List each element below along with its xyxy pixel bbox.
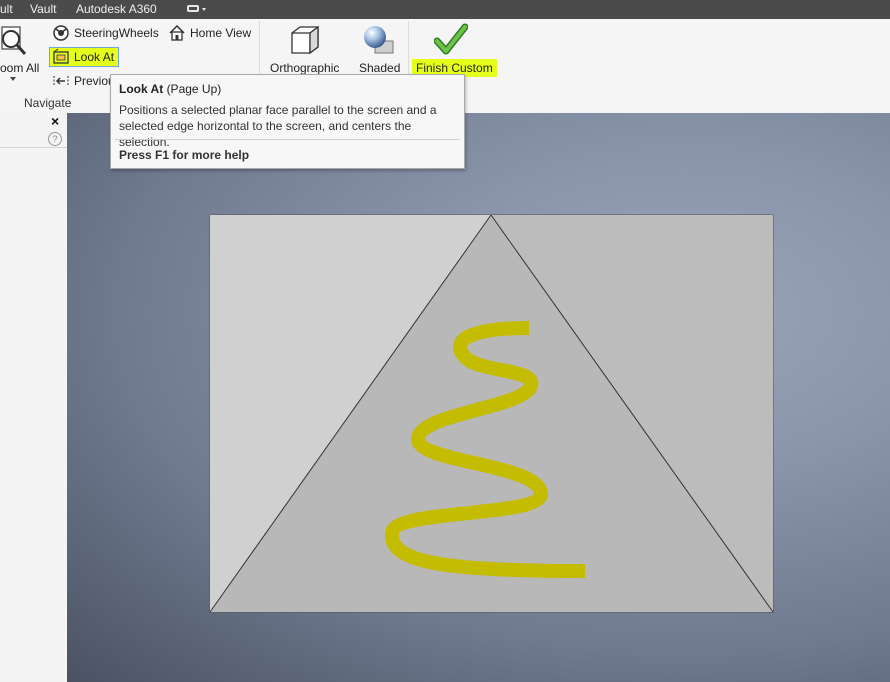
shaded-label: Shaded [359, 61, 401, 75]
orthographic-cube-icon [288, 23, 322, 57]
graphics-viewport[interactable] [67, 113, 890, 682]
steering-wheel-icon [52, 24, 70, 42]
navigate-panel-label: Navigate [24, 96, 72, 110]
tooltip-help-hint: Press F1 for more help [119, 148, 250, 162]
zoom-all-button[interactable]: oom All [0, 23, 40, 91]
previous-view-icon [52, 72, 70, 90]
finish-custom-button[interactable]: Finish Custom [412, 23, 497, 79]
panel-dropdown-icon[interactable] [186, 3, 208, 15]
tooltip-title: Look At (Page Up) [119, 82, 221, 96]
panel-divider [0, 147, 67, 148]
close-panel-icon[interactable]: × [51, 113, 59, 129]
look-at-button[interactable]: Look At [49, 47, 119, 67]
previous-view-button[interactable]: Previou [52, 71, 115, 91]
browser-panel: × ? [0, 113, 68, 682]
home-view-button[interactable]: Home View [168, 23, 251, 43]
help-icon[interactable]: ? [48, 132, 62, 146]
look-at-icon [52, 48, 70, 66]
tooltip-description: Positions a selected planar face paralle… [119, 103, 437, 149]
menu-item-autodesk-a360[interactable]: Autodesk A360 [76, 2, 157, 16]
zoom-all-dropdown-icon[interactable] [10, 77, 16, 81]
steering-wheels-label: SteeringWheels [74, 26, 159, 40]
menu-item-vault[interactable]: Vault [30, 2, 56, 16]
home-view-label: Home View [190, 26, 252, 40]
sketch-canvas[interactable] [67, 113, 890, 682]
tooltip-shortcut: (Page Up) [166, 82, 222, 96]
previous-view-label: Previou [74, 74, 115, 88]
menu-item-ult[interactable]: ult [0, 2, 13, 16]
tooltip-command-name: Look At [119, 82, 164, 96]
look-at-tooltip: Look At (Page Up) Positions a selected p… [110, 74, 465, 169]
orthographic-button[interactable]: Orthographic [266, 23, 346, 77]
shaded-button[interactable]: Shaded [352, 23, 406, 81]
steering-wheels-button[interactable]: SteeringWheels [52, 23, 159, 43]
checkmark-icon [434, 23, 468, 57]
look-at-label: Look At [74, 50, 115, 64]
home-icon [168, 24, 186, 42]
menu-bar: ult Vault Autodesk A360 [0, 0, 890, 19]
orthographic-label: Orthographic [270, 61, 340, 75]
zoom-icon [0, 25, 30, 57]
zoom-all-label: oom All [0, 61, 40, 75]
shaded-sphere-icon [361, 23, 395, 57]
tooltip-divider [115, 139, 460, 140]
